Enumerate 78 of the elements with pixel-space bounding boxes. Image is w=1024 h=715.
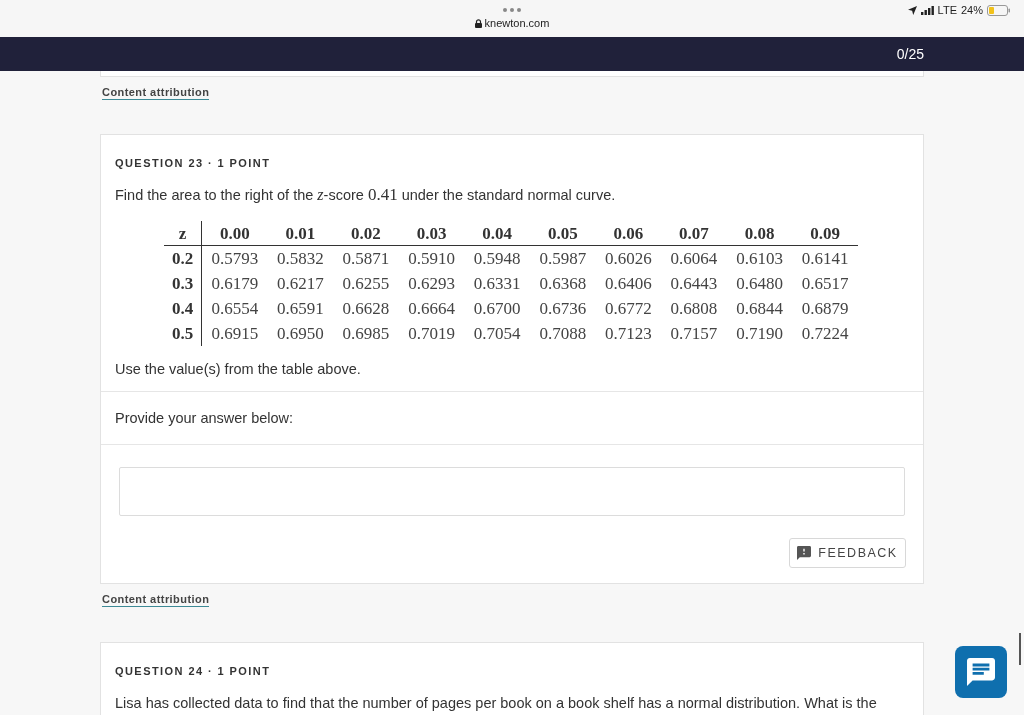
more-dots-icon [503, 8, 521, 12]
column-header: 0.05 [529, 221, 596, 246]
table-cell-text: 0.6915 [210, 323, 260, 345]
table-cell-text: 0.5987 [538, 248, 588, 270]
instruction-text: Use the value(s) from the table above. [115, 360, 361, 379]
question-heading: QUESTION 24 · 1 POINT [115, 664, 271, 679]
column-header: 0.06 [595, 221, 662, 246]
table-cell-text: 0.6293 [407, 273, 456, 295]
table-cell-text: 0.7224 [800, 323, 850, 345]
row-header: 0.3 [164, 271, 202, 296]
question-heading: QUESTION 23 · 1 POINT [115, 156, 271, 171]
location-arrow-icon [907, 5, 917, 15]
column-header: 0.04 [464, 221, 530, 246]
table-cell-text: 0.5871 [341, 248, 391, 270]
chat-icon [967, 658, 995, 686]
url-text[interactable]: knewton.com [484, 17, 550, 29]
table-cell-text: 0.6517 [800, 273, 850, 295]
column-header: 0.08 [726, 221, 793, 246]
table-cell-text: 0.6591 [276, 298, 325, 320]
column-header: 0.02 [333, 221, 399, 246]
question-prompt: Lisa has collected data to find that the number of pages per book on a book shelf has a normal distribution. What is the [115, 694, 877, 712]
scrollbar-thumb [1019, 633, 1021, 665]
attribution-link[interactable]: Content attribution [102, 85, 210, 100]
table-cell-text: 0.5793 [210, 248, 260, 270]
table-cell-text: 0.7019 [407, 323, 456, 345]
answer-field[interactable] [119, 467, 905, 516]
question-prompt: Find the area to the right of the z-score 0.41 under the standard normal curve. [115, 185, 616, 205]
attribution-link[interactable]: Content attribution [102, 592, 210, 607]
table-cell-text: 0.6141 [800, 248, 850, 270]
table-cell-text: 0.6664 [407, 298, 456, 320]
column-header: 0.00 [202, 221, 268, 246]
table-cell-text: 0.6368 [538, 273, 588, 295]
table-cell-text: 0.6985 [341, 323, 391, 345]
table-cell-text: 0.7088 [538, 323, 588, 345]
table-cell-text: 0.6179 [210, 273, 260, 295]
battery-percent: 24% [960, 4, 983, 16]
table-cell-text: 0.6844 [735, 298, 784, 320]
table-cell-text: 0.6443 [669, 273, 719, 295]
table-cell-text: 0.7123 [604, 323, 653, 345]
table-cell-text: 0.5832 [276, 248, 325, 270]
column-header: 0.01 [267, 221, 334, 246]
progress-counter: 0/25 [896, 45, 924, 63]
column-header: 0.03 [398, 221, 465, 246]
table-cell-text: 0.7157 [669, 323, 719, 345]
table-cell-text: 0.6628 [341, 298, 391, 320]
table-cell-text: 0.6026 [604, 248, 653, 270]
table-cell-text: 0.7054 [472, 323, 522, 345]
table-cell-text: 0.6772 [604, 298, 653, 320]
table-cell-text: 0.6879 [800, 298, 850, 320]
signal-bars-icon [920, 5, 934, 15]
row-header: 0.2 [164, 246, 202, 271]
column-header: 0.09 [792, 221, 858, 246]
table-cell-text: 0.6217 [276, 273, 325, 295]
table-cell-text: 0.6480 [735, 273, 784, 295]
table-cell-text: 0.6700 [472, 298, 522, 320]
row-header: 0.4 [164, 296, 202, 321]
table-cell-text: 0.7190 [735, 323, 784, 345]
chat-button[interactable] [955, 646, 1007, 698]
table-cell-text: 0.6255 [341, 273, 391, 295]
answer-label: Provide your answer below: [115, 409, 294, 428]
network-label: LTE [937, 4, 957, 16]
table-cell-text: 0.5948 [472, 248, 522, 270]
column-header: z [164, 221, 202, 246]
table-cell-text: 0.6554 [210, 298, 260, 320]
table-cell-text: 0.6736 [538, 298, 588, 320]
table-cell-text: 0.6064 [669, 248, 719, 270]
table-cell-text: 0.6406 [604, 273, 653, 295]
table-cell-text: 0.6331 [472, 273, 522, 295]
column-header: 0.07 [661, 221, 727, 246]
battery-icon [987, 4, 1010, 16]
table-cell-text: 0.6950 [276, 323, 325, 345]
feedback-icon [797, 546, 812, 560]
table-cell-text: 0.6103 [735, 248, 784, 270]
lock-icon [474, 18, 482, 28]
table-cell-text: 0.5910 [407, 248, 456, 270]
row-header: 0.5 [164, 321, 202, 346]
table-cell-text: 0.6808 [669, 298, 719, 320]
feedback-button[interactable]: FEEDBACK [789, 538, 906, 568]
